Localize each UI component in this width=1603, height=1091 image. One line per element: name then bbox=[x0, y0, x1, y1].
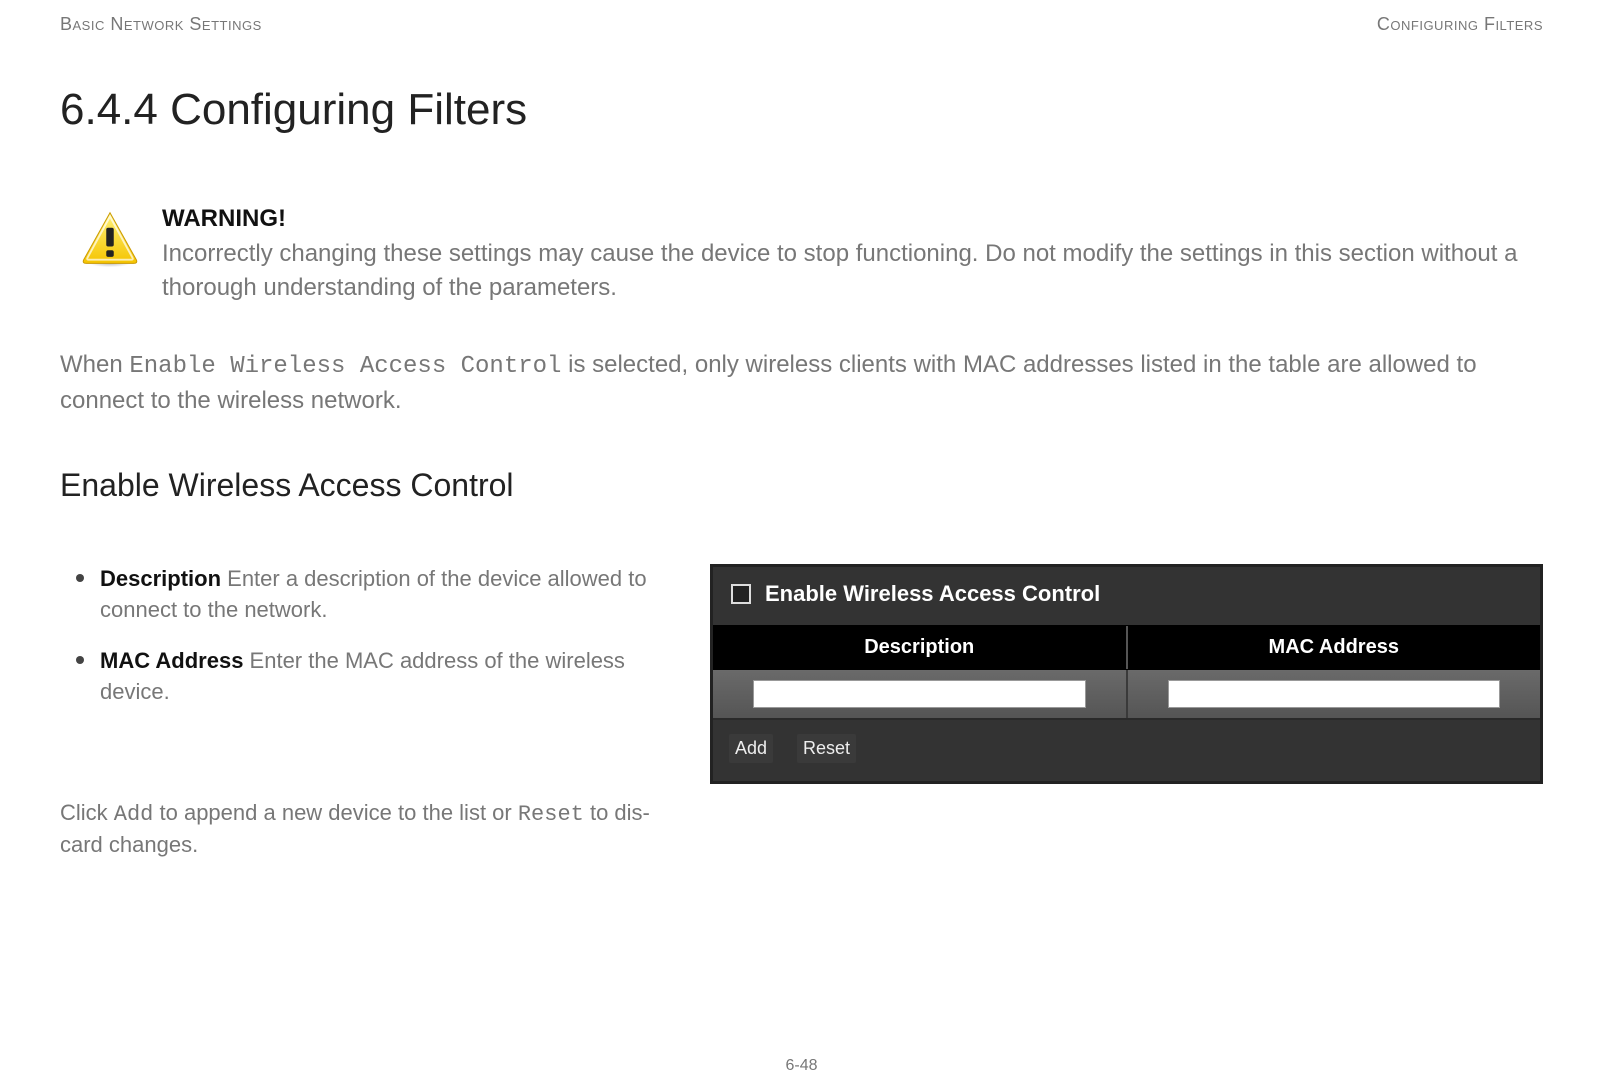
panel-button-row: Add Reset bbox=[713, 720, 1540, 781]
warning-icon bbox=[80, 205, 140, 274]
mac-address-input[interactable] bbox=[1168, 680, 1501, 708]
code-reset: Reset bbox=[518, 802, 584, 827]
bullet-list: Description Enter a description of the d… bbox=[60, 564, 680, 707]
panel-header-row: Description MAC Address bbox=[713, 625, 1540, 670]
intro-prefix: When bbox=[60, 351, 129, 378]
description-input[interactable] bbox=[753, 680, 1086, 708]
list-item: MAC Address Enter the MAC address of the… bbox=[100, 646, 680, 708]
warning-title: WARNING! bbox=[162, 205, 1543, 233]
column-header-mac: MAC Address bbox=[1128, 626, 1541, 669]
section-subhead: Enable Wireless Access Control bbox=[60, 467, 1543, 504]
add-button[interactable]: Add bbox=[729, 734, 773, 763]
intro-paragraph: When Enable Wireless Access Control is s… bbox=[60, 348, 1543, 417]
bullet-label: Description bbox=[100, 566, 221, 591]
page-number: 6-48 bbox=[0, 1057, 1603, 1075]
enable-access-control-checkbox[interactable] bbox=[731, 584, 751, 604]
after-bullets-paragraph: Click Add to append a new device to the … bbox=[60, 798, 680, 862]
panel-top-row: Enable Wireless Access Control bbox=[713, 567, 1540, 625]
bullet-label: MAC Address bbox=[100, 648, 243, 673]
warning-text: WARNING! Incorrectly changing these sett… bbox=[162, 205, 1543, 304]
description-cell bbox=[713, 670, 1126, 718]
intro-code: Enable Wireless Access Control bbox=[129, 353, 561, 380]
panel-input-row bbox=[713, 670, 1540, 720]
column-header-description: Description bbox=[713, 626, 1126, 669]
two-column-layout: Description Enter a description of the d… bbox=[60, 564, 1543, 861]
running-header-right: Configuring Filters bbox=[1377, 14, 1543, 35]
warning-callout: WARNING! Incorrectly changing these sett… bbox=[60, 205, 1543, 304]
code-add: Add bbox=[114, 802, 154, 827]
running-header-left: Basic Network Settings bbox=[60, 14, 262, 35]
right-column: Enable Wireless Access Control Descripti… bbox=[710, 564, 1543, 784]
left-column: Description Enter a description of the d… bbox=[60, 564, 680, 861]
enable-access-control-label: Enable Wireless Access Control bbox=[765, 581, 1100, 607]
reset-button[interactable]: Reset bbox=[797, 734, 856, 763]
access-control-panel: Enable Wireless Access Control Descripti… bbox=[710, 564, 1543, 784]
mac-cell bbox=[1128, 670, 1541, 718]
list-item: Description Enter a description of the d… bbox=[100, 564, 680, 626]
running-header: Basic Network Settings Configuring Filte… bbox=[60, 14, 1543, 35]
warning-body: Incorrectly changing these settings may … bbox=[162, 237, 1543, 304]
page-title: 6.4.4 Configuring Filters bbox=[60, 85, 1543, 135]
